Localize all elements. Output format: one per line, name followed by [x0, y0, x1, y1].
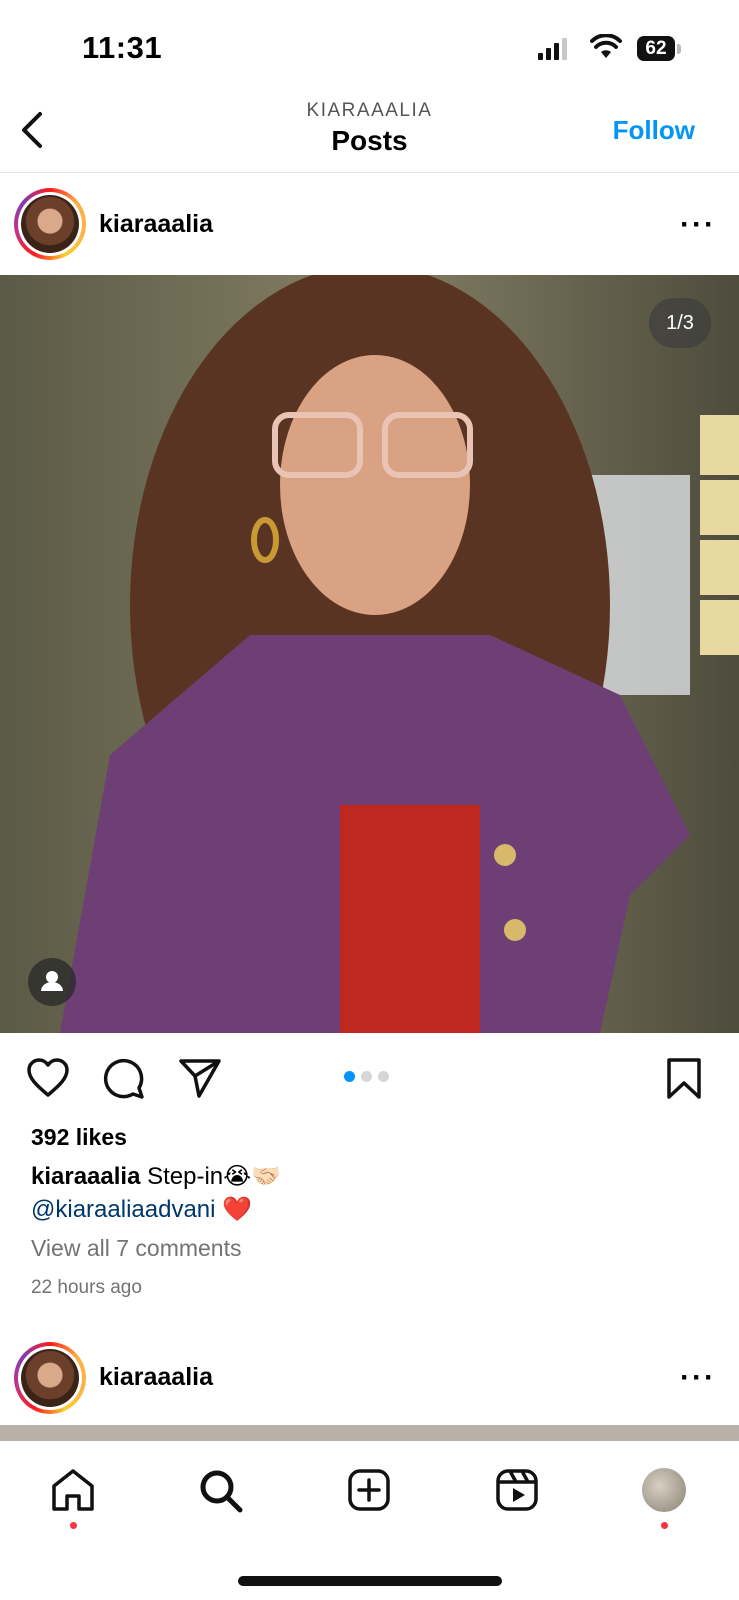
status-time: 11:31 — [82, 30, 163, 65]
comment-icon[interactable] — [102, 1057, 146, 1101]
battery-indicator: 62 — [637, 36, 675, 61]
avatar[interactable] — [14, 188, 86, 260]
post-caption: kiaraaalia Step-in😭🤝🏻 @kiaraaliaadvani ❤… — [31, 1160, 711, 1226]
create-icon[interactable] — [347, 1468, 391, 1512]
caption-emoji: ❤️ — [222, 1196, 253, 1223]
more-options-icon[interactable]: ··· — [680, 208, 716, 242]
carousel-dot — [361, 1071, 372, 1082]
reels-icon[interactable] — [495, 1468, 539, 1512]
carousel-dot — [344, 1071, 355, 1082]
next-post-image[interactable] — [0, 1425, 739, 1441]
image-counter: 1/3 — [649, 298, 711, 348]
heart-icon[interactable] — [26, 1057, 70, 1099]
send-icon[interactable] — [178, 1057, 222, 1099]
likes-count[interactable]: 392 likes — [31, 1124, 127, 1151]
more-options-icon[interactable]: ··· — [680, 1361, 716, 1395]
profile-notification-dot — [661, 1522, 668, 1529]
post-image[interactable] — [0, 275, 739, 1033]
bookmark-icon[interactable] — [666, 1057, 702, 1101]
search-icon[interactable] — [198, 1468, 244, 1514]
caption-username[interactable]: kiaraaalia — [31, 1163, 140, 1190]
tagged-people-button[interactable] — [28, 958, 76, 1006]
follow-button[interactable]: Follow — [613, 115, 695, 146]
view-comments-link[interactable]: View all 7 comments — [31, 1235, 242, 1262]
carousel-indicator — [344, 1069, 395, 1087]
post-timestamp: 22 hours ago — [31, 1277, 142, 1298]
wifi-icon — [590, 34, 622, 58]
signal-icon — [538, 38, 567, 60]
next-post-username[interactable]: kiaraaalia — [99, 1363, 213, 1392]
caption-mention[interactable]: @kiaraaliaadvani — [31, 1196, 215, 1223]
home-indicator[interactable] — [238, 1576, 502, 1586]
person-icon — [41, 971, 63, 991]
home-icon[interactable] — [50, 1468, 96, 1512]
caption-text: Step-in😭🤝🏻 — [147, 1163, 282, 1190]
carousel-dot — [378, 1071, 389, 1082]
avatar[interactable] — [14, 1342, 86, 1414]
header-divider — [0, 172, 739, 173]
home-notification-dot — [70, 1522, 77, 1529]
post-username[interactable]: kiaraaalia — [99, 210, 213, 239]
profile-avatar[interactable] — [642, 1468, 686, 1512]
battery-tip — [677, 44, 681, 54]
